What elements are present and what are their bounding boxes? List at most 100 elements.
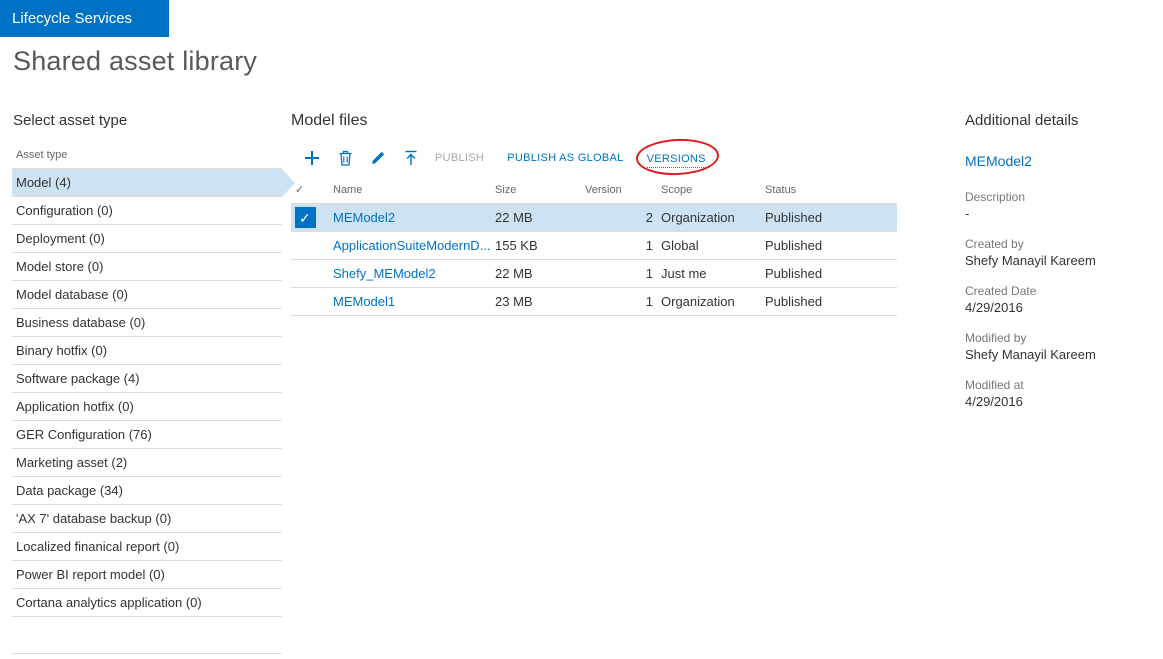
asset-type-item[interactable]: Cortana analytics application (0): [12, 589, 282, 617]
file-name-link[interactable]: Shefy_MEModel2: [333, 266, 436, 281]
versions-button-wrap: VERSIONS: [647, 149, 706, 168]
table-row[interactable]: Shefy_MEModel2 22 MB 1 Just me Published: [291, 260, 897, 288]
column-header-size: Size: [491, 178, 581, 204]
asset-type-item[interactable]: Localized finanical report (0): [12, 533, 282, 561]
publish-as-global-button[interactable]: PUBLISH AS GLOBAL: [507, 152, 623, 164]
asset-type-list: Model (4) Configuration (0) Deployment (…: [12, 169, 282, 654]
file-scope: Organization: [657, 288, 761, 316]
file-status: Published: [761, 232, 897, 260]
asset-type-item[interactable]: Marketing asset (2): [12, 449, 282, 477]
asset-type-item[interactable]: 'AX 7' database backup (0): [12, 505, 282, 533]
asset-type-item[interactable]: Software package (4): [12, 365, 282, 393]
detail-field-value: 4/29/2016: [965, 394, 1155, 409]
asset-type-item[interactable]: Model store (0): [12, 253, 282, 281]
edit-button[interactable]: [369, 149, 387, 167]
asset-type-item[interactable]: Power BI report model (0): [12, 561, 282, 589]
model-files-panel: Model files: [291, 112, 897, 316]
detail-field-value: -: [965, 206, 1155, 221]
detail-field-label: Modified at: [965, 378, 1155, 392]
file-size: 23 MB: [491, 288, 581, 316]
asset-type-item-label: Localized finanical report (0): [16, 539, 179, 554]
asset-type-item[interactable]: Model (4): [12, 169, 282, 197]
asset-type-item-label: Marketing asset (2): [16, 455, 127, 470]
table-row[interactable]: MEModel1 23 MB 1 Organization Published: [291, 288, 897, 316]
row-checkbox[interactable]: [295, 263, 316, 284]
row-checkbox[interactable]: [295, 207, 316, 228]
asset-type-item-label: Power BI report model (0): [16, 567, 165, 582]
asset-type-item-label: Data package (34): [16, 483, 123, 498]
add-button[interactable]: [303, 149, 321, 167]
delete-button[interactable]: [336, 149, 354, 167]
app-brand[interactable]: Lifecycle Services: [0, 0, 169, 37]
file-status: Published: [761, 204, 897, 232]
row-checkbox[interactable]: [295, 235, 316, 256]
page-title: Shared asset library: [13, 46, 257, 77]
detail-field: Modified at 4/29/2016: [965, 378, 1155, 409]
table-row[interactable]: MEModel2 22 MB 2 Organization Published: [291, 204, 897, 232]
detail-field-value: Shefy Manayil Kareem: [965, 253, 1155, 268]
detail-field-value: 4/29/2016: [965, 300, 1155, 315]
file-size: 22 MB: [491, 260, 581, 288]
asset-type-item-label: Cortana analytics application (0): [16, 595, 202, 610]
asset-type-column-header: Asset type: [12, 143, 282, 169]
upload-icon: [403, 150, 419, 166]
file-name-link[interactable]: MEModel2: [333, 210, 395, 225]
detail-field-label: Created Date: [965, 284, 1155, 298]
details-fields: Description - Created by Shefy Manayil K…: [965, 190, 1155, 409]
asset-type-item[interactable]: Data package (34): [12, 477, 282, 505]
detail-field-label: Created by: [965, 237, 1155, 251]
file-scope: Just me: [657, 260, 761, 288]
detail-field: Created by Shefy Manayil Kareem: [965, 237, 1155, 268]
model-files-table-body: MEModel2 22 MB 2 Organization Published …: [291, 204, 897, 316]
upload-button[interactable]: [402, 149, 420, 167]
asset-type-item-label: Binary hotfix (0): [16, 343, 107, 358]
table-row[interactable]: ApplicationSuiteModernD... 155 KB 1 Glob…: [291, 232, 897, 260]
file-name-link[interactable]: MEModel1: [333, 294, 395, 309]
file-name-link[interactable]: ApplicationSuiteModernD...: [333, 238, 491, 253]
select-all-check-icon[interactable]: ✓: [295, 184, 304, 196]
top-bar: Lifecycle Services: [0, 0, 1163, 37]
asset-type-item[interactable]: Configuration (0): [12, 197, 282, 225]
toolbar: PUBLISH PUBLISH AS GLOBAL VERSIONS: [291, 140, 897, 176]
asset-type-item[interactable]: Deployment (0): [12, 225, 282, 253]
model-files-table: ✓ Name Size Version Scope Status MEModel…: [291, 178, 897, 316]
file-size: 155 KB: [491, 232, 581, 260]
versions-button[interactable]: VERSIONS: [647, 153, 706, 168]
asset-type-item-label: Business database (0): [16, 315, 145, 330]
column-header-version: Version: [581, 178, 657, 204]
file-size: 22 MB: [491, 204, 581, 232]
details-panel: Additional details MEModel2 Description …: [965, 112, 1155, 425]
asset-type-item-label: Application hotfix (0): [16, 399, 134, 414]
main-title: Model files: [291, 112, 897, 130]
asset-type-item-label: Model store (0): [16, 259, 103, 274]
asset-type-item[interactable]: Application hotfix (0): [12, 393, 282, 421]
row-checkbox[interactable]: [295, 291, 316, 312]
pencil-icon: [370, 150, 386, 166]
asset-type-item[interactable]: GER Configuration (76): [12, 421, 282, 449]
file-version: 1: [581, 232, 657, 260]
asset-type-item[interactable]: Model database (0): [12, 281, 282, 309]
detail-field: Description -: [965, 190, 1155, 221]
file-scope: Global: [657, 232, 761, 260]
file-version: 2: [581, 204, 657, 232]
details-asset-name-link[interactable]: MEModel2: [965, 153, 1032, 169]
asset-type-item[interactable]: Binary hotfix (0): [12, 337, 282, 365]
file-version: 1: [581, 260, 657, 288]
plus-icon: [304, 150, 320, 166]
detail-field: Created Date 4/29/2016: [965, 284, 1155, 315]
detail-field-label: Description: [965, 190, 1155, 204]
column-header-name: Name: [329, 178, 491, 204]
file-version: 1: [581, 288, 657, 316]
asset-type-item-label: Software package (4): [16, 371, 140, 386]
asset-type-item-label: Deployment (0): [16, 231, 105, 246]
trash-icon: [338, 150, 353, 166]
file-status: Published: [761, 260, 897, 288]
asset-type-item-label: 'AX 7' database backup (0): [16, 511, 171, 526]
publish-button[interactable]: PUBLISH: [435, 152, 484, 164]
asset-type-item-label: Model database (0): [16, 287, 128, 302]
table-header-row: ✓ Name Size Version Scope Status: [291, 178, 897, 204]
asset-type-item-label: GER Configuration (76): [16, 427, 152, 442]
file-status: Published: [761, 288, 897, 316]
details-title: Additional details: [965, 112, 1155, 129]
asset-type-item[interactable]: Business database (0): [12, 309, 282, 337]
